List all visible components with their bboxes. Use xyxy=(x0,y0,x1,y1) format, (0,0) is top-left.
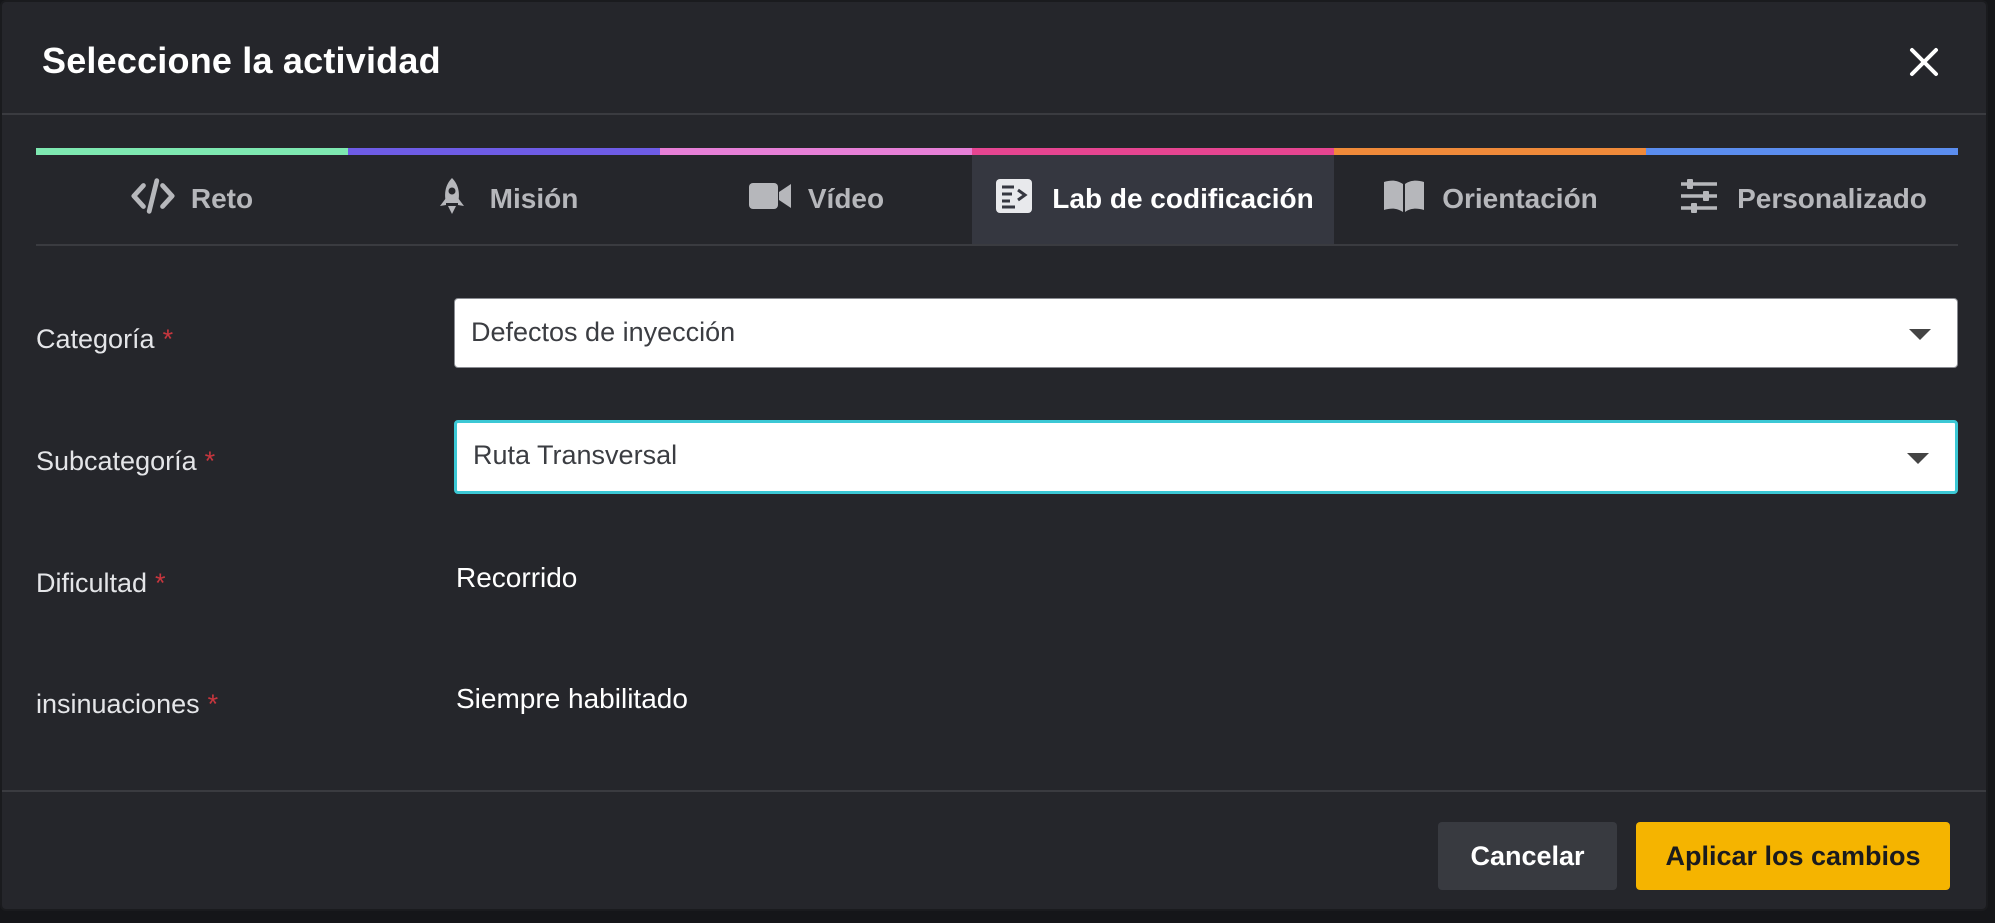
tab-color-bar xyxy=(36,148,348,155)
dificultad-value: Recorrido xyxy=(456,562,578,593)
dialog-footer: Cancelar Aplicar los cambios xyxy=(2,790,1986,910)
form-row-subcategoria: Subcategoría * Ruta Transversal xyxy=(36,420,1958,494)
subcategoria-select[interactable]: Ruta Transversal xyxy=(454,420,1958,494)
tab-video[interactable]: Vídeo xyxy=(660,148,972,244)
tab-label: Orientación xyxy=(1442,183,1598,214)
tab-label: Personalizado xyxy=(1737,183,1927,214)
tab-color-bar xyxy=(348,148,660,155)
form-row-insinuaciones: insinuaciones * Siempre habilitado xyxy=(36,663,1958,735)
categoria-select[interactable]: Defectos de inyección xyxy=(454,298,1958,368)
tab-color-bar xyxy=(972,148,1334,155)
required-mark: * xyxy=(207,689,219,719)
close-button[interactable] xyxy=(1904,42,1944,82)
tab-label: Reto xyxy=(190,183,254,214)
code-lab-icon xyxy=(992,176,1036,216)
apply-changes-button[interactable]: Aplicar los cambios xyxy=(1636,822,1950,890)
tab-reto[interactable]: Reto xyxy=(36,148,348,244)
dialog-header: Seleccione la actividad xyxy=(2,2,1986,115)
tab-color-bar xyxy=(1334,148,1646,155)
close-icon xyxy=(1910,48,1938,76)
video-camera-icon xyxy=(748,176,792,216)
insinuaciones-value: Siempre habilitado xyxy=(456,683,688,714)
code-icon xyxy=(131,176,175,216)
activity-type-tabs: Reto Misión Vídeo Lab de codificación Or… xyxy=(36,148,1958,246)
insinuaciones-label: insinuaciones * xyxy=(36,689,219,719)
subcategoria-value: Ruta Transversal xyxy=(473,440,678,470)
tab-color-bar xyxy=(1646,148,1958,155)
tab-orientacion[interactable]: Orientación xyxy=(1334,148,1646,244)
tab-lab-de-codificacion[interactable]: Lab de codificación xyxy=(972,148,1334,244)
sliders-icon xyxy=(1677,176,1721,216)
tab-personalizado[interactable]: Personalizado xyxy=(1646,148,1958,244)
activity-dialog: Seleccione la actividad Reto Misión Víde… xyxy=(0,0,1988,911)
cancel-button[interactable]: Cancelar xyxy=(1438,822,1617,890)
required-mark: * xyxy=(155,568,166,598)
form-row-dificultad: Dificultad * Recorrido xyxy=(36,542,1958,614)
book-icon xyxy=(1382,176,1426,216)
dificultad-label: Dificultad * xyxy=(36,568,166,598)
categoria-label: Categoría * xyxy=(36,324,174,354)
tab-color-bar xyxy=(660,148,972,155)
form-row-categoria: Categoría * Defectos de inyección xyxy=(36,298,1958,370)
tab-label: Misión xyxy=(489,183,579,214)
tab-mision[interactable]: Misión xyxy=(348,148,660,244)
tab-label: Vídeo xyxy=(807,183,885,214)
dialog-title: Seleccione la actividad xyxy=(42,40,441,81)
chevron-down-icon xyxy=(1907,453,1929,464)
categoria-value: Defectos de inyección xyxy=(471,317,736,347)
required-mark: * xyxy=(204,446,216,476)
tab-label: Lab de codificación xyxy=(1052,183,1314,214)
required-mark: * xyxy=(162,324,174,354)
chevron-down-icon xyxy=(1909,329,1931,340)
subcategoria-label: Subcategoría * xyxy=(36,446,216,476)
rocket-icon xyxy=(430,176,474,216)
